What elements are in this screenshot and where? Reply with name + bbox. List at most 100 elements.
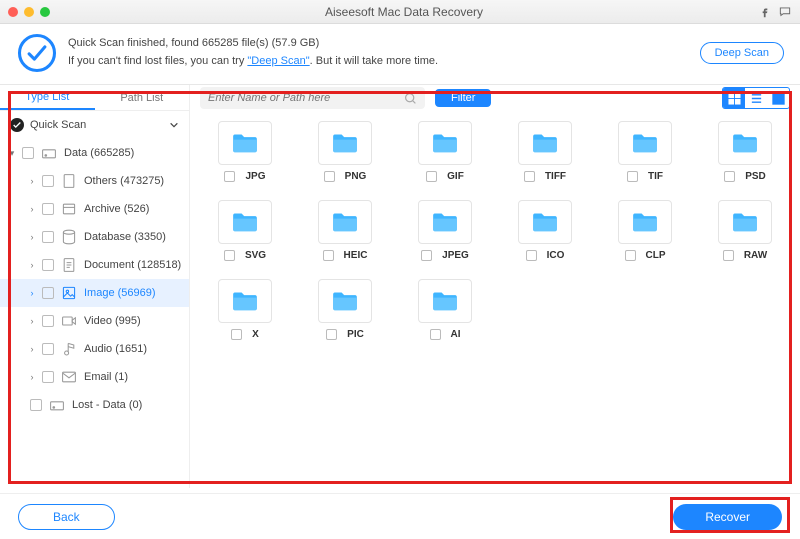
checkbox[interactable]	[224, 171, 235, 182]
back-button[interactable]: Back	[18, 504, 115, 530]
tree-item-doc[interactable]: ›Document (128518)	[0, 251, 189, 279]
tree-item-audio[interactable]: ›Audio (1651)	[0, 335, 189, 363]
checkbox[interactable]	[30, 399, 42, 411]
search-icon[interactable]	[404, 92, 417, 105]
folder-icon[interactable]	[518, 200, 572, 244]
folder-icon[interactable]	[418, 279, 472, 323]
folder-icon[interactable]	[218, 279, 272, 323]
checkbox[interactable]	[42, 371, 54, 383]
tree-item-archive[interactable]: ›Archive (526)	[0, 195, 189, 223]
folder-icon[interactable]	[318, 121, 372, 165]
chevron-right-icon[interactable]: ›	[28, 260, 36, 270]
folder-icon[interactable]	[218, 121, 272, 165]
checkbox[interactable]	[430, 329, 441, 340]
checkbox[interactable]	[42, 231, 54, 243]
grid-item[interactable]: TIFF	[498, 121, 592, 182]
folder-icon[interactable]	[418, 200, 472, 244]
tree-root[interactable]: ▾ Data (665285)	[0, 139, 189, 167]
tab-path-list[interactable]: Path List	[95, 85, 190, 110]
minimize-icon[interactable]	[24, 7, 34, 17]
chevron-right-icon[interactable]: ›	[28, 176, 36, 186]
view-column-icon[interactable]	[767, 88, 789, 108]
grid-item[interactable]: CLP	[598, 200, 692, 261]
deep-scan-button[interactable]: Deep Scan	[700, 42, 784, 64]
chevron-right-icon[interactable]: ›	[28, 316, 36, 326]
close-icon[interactable]	[8, 7, 18, 17]
facebook-icon[interactable]	[758, 5, 772, 19]
checkbox[interactable]	[526, 250, 537, 261]
grid-item[interactable]: TIF	[598, 121, 692, 182]
folder-icon[interactable]	[218, 200, 272, 244]
audio-icon	[60, 341, 78, 357]
tree-item-label: Email (1)	[84, 371, 128, 383]
filter-button[interactable]: Filter	[435, 89, 491, 107]
checkbox[interactable]	[426, 171, 437, 182]
chevron-right-icon[interactable]: ›	[28, 232, 36, 242]
tree-item-db[interactable]: ›Database (3350)	[0, 223, 189, 251]
grid-item[interactable]: ICO	[498, 200, 592, 261]
folder-icon[interactable]	[518, 121, 572, 165]
checkbox[interactable]	[723, 250, 734, 261]
grid-item[interactable]: RAW	[698, 200, 792, 261]
tree-item-mail[interactable]: › Email (1)	[0, 363, 189, 391]
checkbox[interactable]	[524, 171, 535, 182]
checkbox[interactable]	[231, 329, 242, 340]
grid-item[interactable]: PSD	[698, 121, 792, 182]
chevron-right-icon[interactable]: ›	[28, 204, 36, 214]
chevron-right-icon[interactable]: ›	[28, 288, 36, 298]
checkbox[interactable]	[627, 171, 638, 182]
chevron-down-icon[interactable]	[169, 120, 179, 130]
tree-lost[interactable]: Lost - Data (0)	[0, 391, 189, 419]
search-input[interactable]	[208, 92, 404, 104]
tree-item-video[interactable]: › Video (995)	[0, 307, 189, 335]
checkbox[interactable]	[42, 259, 54, 271]
tree-item-label: Video (995)	[84, 315, 141, 327]
recover-button[interactable]: Recover	[673, 504, 782, 530]
checkbox[interactable]	[724, 171, 735, 182]
checkbox[interactable]	[224, 250, 235, 261]
tab-type-list[interactable]: Type List	[0, 85, 95, 110]
tree-item-file[interactable]: ›Others (473275)	[0, 167, 189, 195]
checkbox[interactable]	[42, 343, 54, 355]
folder-icon[interactable]	[318, 279, 372, 323]
chevron-right-icon[interactable]: ›	[28, 344, 36, 354]
grid-item-label: JPEG	[442, 250, 469, 261]
checkbox[interactable]	[421, 250, 432, 261]
grid-item[interactable]: JPG	[198, 121, 292, 182]
folder-icon[interactable]	[718, 200, 772, 244]
traffic-lights[interactable]	[8, 7, 50, 17]
zoom-icon[interactable]	[40, 7, 50, 17]
deep-scan-link[interactable]: "Deep Scan"	[247, 55, 309, 67]
checkbox[interactable]	[323, 250, 334, 261]
view-list-icon[interactable]	[745, 88, 767, 108]
grid-item[interactable]: PNG	[298, 121, 392, 182]
folder-icon[interactable]	[418, 121, 472, 165]
chevron-right-icon[interactable]: ›	[28, 372, 36, 382]
grid-item[interactable]: PIC	[298, 279, 392, 340]
checkbox[interactable]	[42, 315, 54, 327]
quick-scan-section[interactable]: Quick Scan	[0, 111, 189, 139]
tree-root-label: Data (665285)	[64, 147, 134, 159]
checkbox[interactable]	[326, 329, 337, 340]
checkbox[interactable]	[42, 203, 54, 215]
grid-item[interactable]: AI	[398, 279, 492, 340]
folder-icon[interactable]	[718, 121, 772, 165]
grid-item[interactable]: SVG	[198, 200, 292, 261]
folder-icon[interactable]	[318, 200, 372, 244]
grid-item[interactable]: HEIC	[298, 200, 392, 261]
feedback-icon[interactable]	[778, 5, 792, 19]
grid-item[interactable]: X	[198, 279, 292, 340]
checkbox[interactable]	[625, 250, 636, 261]
folder-icon[interactable]	[618, 121, 672, 165]
checkbox[interactable]	[42, 175, 54, 187]
search-box[interactable]	[200, 87, 425, 109]
checkbox[interactable]	[324, 171, 335, 182]
view-grid-icon[interactable]	[723, 88, 745, 108]
folder-icon[interactable]	[618, 200, 672, 244]
chevron-down-icon[interactable]: ▾	[8, 148, 16, 159]
grid-item[interactable]: GIF	[398, 121, 492, 182]
tree-item-image[interactable]: ›Image (56969)	[0, 279, 189, 307]
grid-item[interactable]: JPEG	[398, 200, 492, 261]
checkbox[interactable]	[42, 287, 54, 299]
checkbox[interactable]	[22, 147, 34, 159]
